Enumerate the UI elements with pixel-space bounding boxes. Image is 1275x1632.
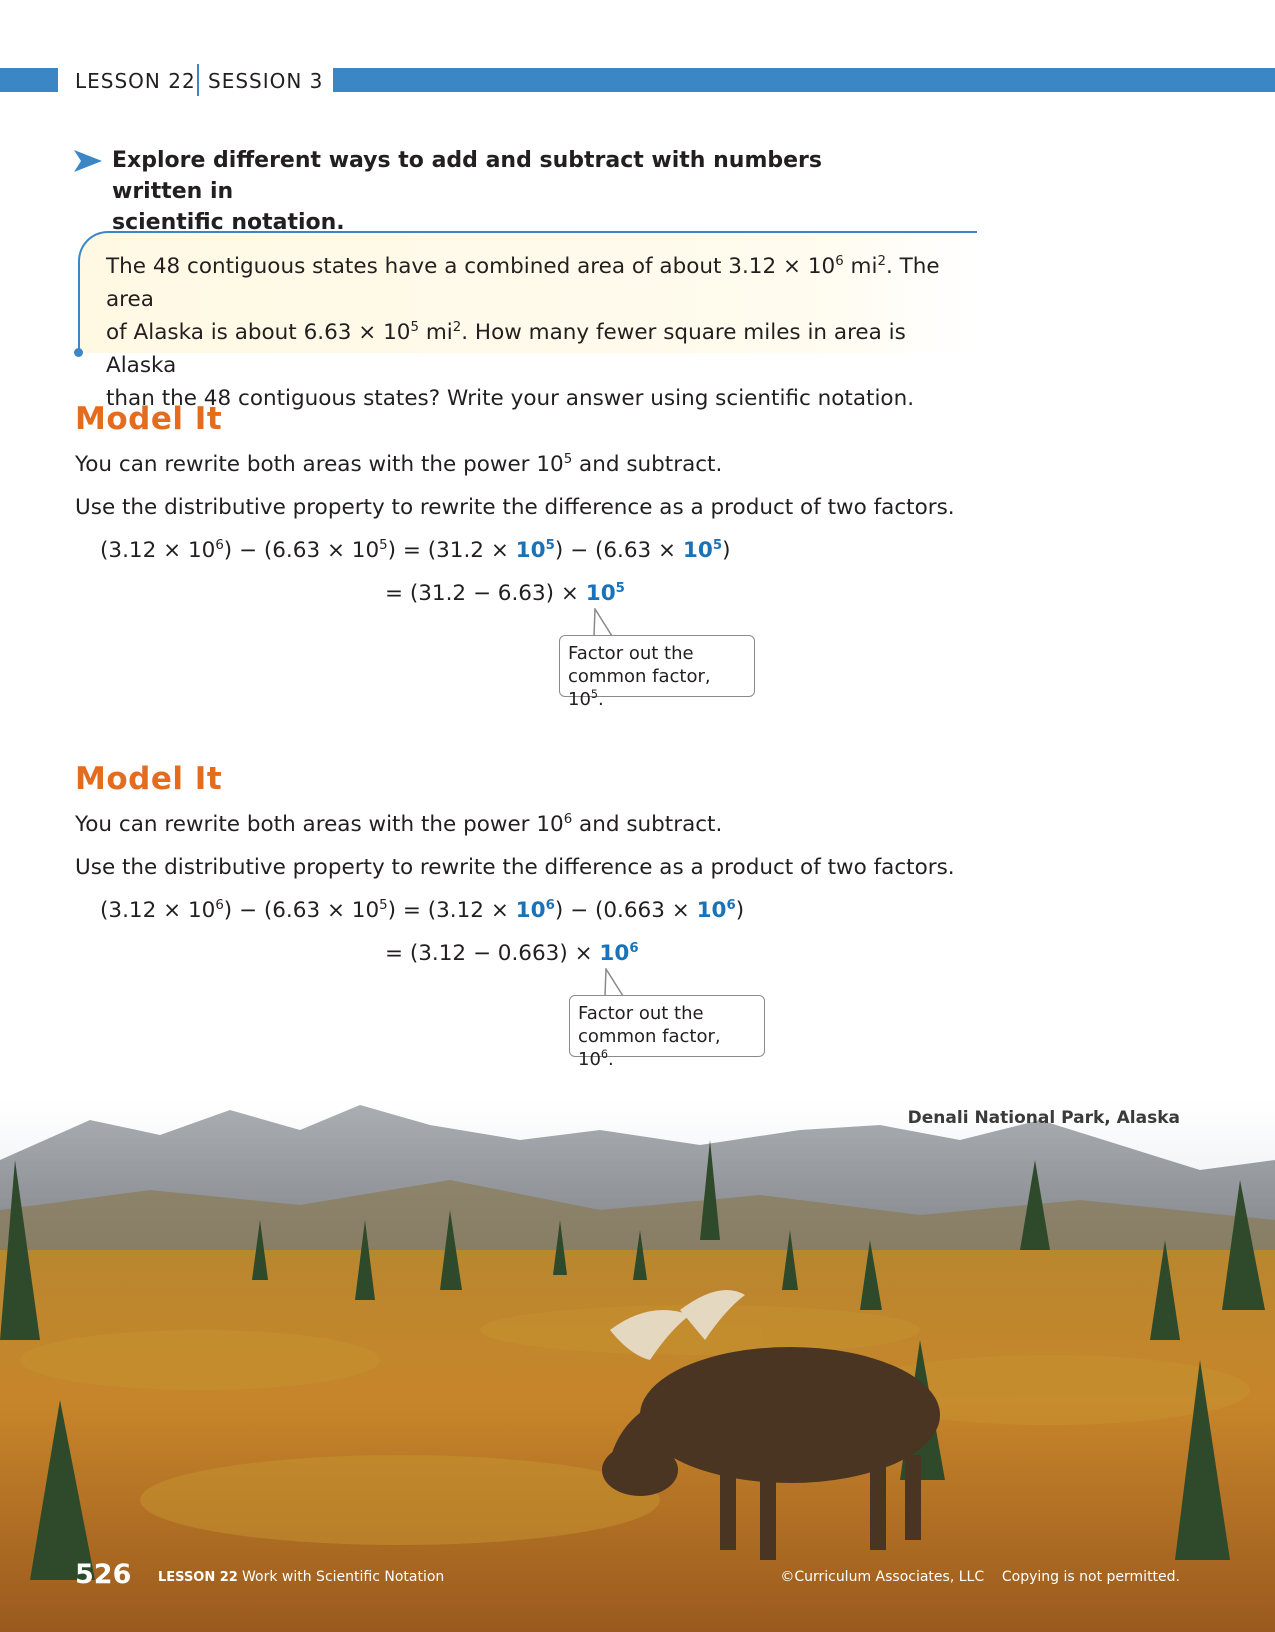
problem-text-part: The 48 contiguous states have a combined… [106, 254, 836, 279]
exponent: 5 [379, 897, 388, 913]
highlighted-power: 105 [516, 538, 555, 563]
exponent: 6 [726, 897, 736, 913]
problem-box-dot [74, 348, 83, 357]
highlighted-power: 106 [599, 941, 638, 966]
callout-line-1: Factor out the [578, 1003, 704, 1024]
highlighted-power: 105 [586, 581, 625, 606]
text-part: . [598, 689, 604, 710]
eq-part: 10 [585, 581, 616, 606]
text-part: and subtract. [572, 452, 723, 477]
exponent: 5 [545, 537, 555, 553]
text-part: and subtract. [572, 812, 723, 837]
problem-line-1: The 48 contiguous states have a combined… [106, 250, 966, 316]
eq-part: = (31.2 − 6.63) × [385, 581, 586, 606]
callout-line-2: common factor, 106. [578, 1025, 756, 1071]
eq-part: ) − (6.63 × 10 [223, 538, 380, 563]
text-part: . [608, 1049, 614, 1070]
problem-text: The 48 contiguous states have a combined… [106, 250, 966, 415]
exponent: 6 [600, 1048, 609, 1062]
callout-line-2: common factor, 105. [568, 665, 746, 711]
callout-box-2: Factor out the common factor, 106. [569, 995, 765, 1070]
exponent: 5 [615, 580, 625, 596]
exponent: 6 [629, 940, 639, 956]
eq-part: (3.12 × 10 [100, 898, 216, 923]
denali-moose-photo [0, 1100, 1275, 1632]
photo-caption: Denali National Park, Alaska [907, 1108, 1180, 1128]
eq-part: ) − (0.663 × [554, 898, 697, 923]
header-band-right [333, 68, 1275, 92]
session-label: SESSION 3 [208, 69, 324, 93]
problem-text-part: of Alaska is about 6.63 × 10 [106, 320, 411, 345]
exponent: 6 [835, 253, 844, 269]
footer-lesson-title: Work with Scientific Notation [242, 1569, 445, 1585]
callout-pointer-1 [593, 608, 613, 637]
text-part: common factor, 10 [568, 666, 711, 710]
model2-line-1: You can rewrite both areas with the powe… [75, 810, 722, 840]
page-number: 526 [75, 1559, 132, 1590]
exponent: 5 [379, 537, 388, 553]
callout-pointer-2 [604, 968, 624, 997]
eq-part: 10 [515, 898, 546, 923]
text-part: You can rewrite both areas with the powe… [75, 452, 564, 477]
model1-equation-2: = (31.2 − 6.63) × 105 [385, 579, 625, 609]
exponent: 6 [215, 537, 224, 553]
exponent: 2 [877, 253, 886, 269]
model2-line-2: Use the distributive property to rewrite… [75, 855, 955, 880]
eq-part: 10 [696, 898, 727, 923]
problem-line-2: of Alaska is about 6.63 × 105 mi2. How m… [106, 316, 966, 382]
exponent: 5 [410, 319, 419, 335]
model2-equation-1: (3.12 × 106) − (6.63 × 105) = (3.12 × 10… [100, 896, 744, 926]
footer-lesson: LESSON 22 [158, 1570, 238, 1585]
eq-part: 10 [515, 538, 546, 563]
eq-part: = (3.12 − 0.663) × [385, 941, 600, 966]
eq-part: ) − (6.63 × [554, 538, 683, 563]
eq-part: ) = (3.12 × [387, 898, 516, 923]
model2-equation-2: = (3.12 − 0.663) × 106 [385, 939, 639, 969]
eq-part: ) − (6.63 × 10 [223, 898, 380, 923]
highlighted-power: 105 [683, 538, 722, 563]
model1-line-1: You can rewrite both areas with the powe… [75, 450, 722, 480]
exponent: 6 [545, 897, 555, 913]
problem-text-part: mi [843, 254, 878, 279]
exponent: 5 [563, 451, 573, 467]
exponent: 6 [563, 811, 573, 827]
header-separator [197, 64, 199, 96]
eq-part: 10 [682, 538, 713, 563]
exponent: 5 [712, 537, 723, 553]
eq-part: ) = (31.2 × [387, 538, 516, 563]
eq-part: ) [722, 538, 731, 563]
problem-line-3: than the 48 contiguous states? Write you… [106, 386, 915, 411]
problem-text-part: mi [418, 320, 453, 345]
callout-box-1: Factor out the common factor, 105. [559, 635, 755, 710]
text-part: You can rewrite both areas with the powe… [75, 812, 564, 837]
callout-line-1: Factor out the [568, 643, 694, 664]
model-it-title-1: Model It [75, 401, 223, 437]
model1-line-2: Use the distributive property to rewrite… [75, 495, 955, 520]
explore-instruction: Explore different ways to add and subtra… [112, 145, 892, 238]
model-it-title-2: Model It [75, 761, 223, 797]
explore-line-1: Explore different ways to add and subtra… [112, 148, 822, 204]
eq-part: 10 [599, 941, 630, 966]
eq-part: ) [735, 898, 745, 923]
lesson-label: LESSON 22 [75, 69, 196, 93]
header-band-left [0, 68, 58, 92]
eq-part: (3.12 × 10 [100, 538, 216, 563]
highlighted-power: 106 [697, 898, 736, 923]
footer-copyright: ©Curriculum Associates, LLC Copying is n… [780, 1569, 1180, 1585]
text-part: common factor, 10 [578, 1026, 721, 1070]
arrow-right-icon [74, 150, 102, 172]
exponent: 5 [590, 688, 599, 702]
exponent: 6 [215, 897, 224, 913]
highlighted-power: 106 [516, 898, 555, 923]
model1-equation-1: (3.12 × 106) − (6.63 × 105) = (31.2 × 10… [100, 536, 730, 566]
exponent: 2 [452, 319, 462, 335]
